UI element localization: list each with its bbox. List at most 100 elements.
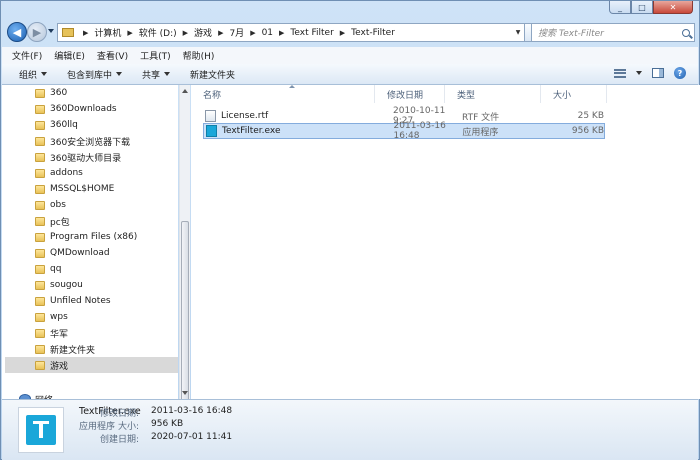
breadcrumb-text-filter-folder[interactable]: Text-Filter: [351, 28, 395, 38]
column-header-size[interactable]: 大小: [541, 85, 607, 103]
folder-icon: [35, 280, 45, 290]
folder-icon: [35, 312, 45, 322]
folder-icon: [62, 28, 74, 37]
caption-buttons: _ □ ✕: [609, 1, 693, 15]
breadcrumb-01[interactable]: 01: [262, 28, 273, 38]
caret-down-icon: [116, 72, 123, 76]
folder-icon: [35, 216, 45, 226]
breadcrumb-games[interactable]: 游戏: [194, 26, 212, 39]
nav-item-unfiled-notes[interactable]: Unfiled Notes: [5, 293, 178, 309]
recent-pages-dropdown-icon[interactable]: [48, 29, 54, 33]
folder-icon: [35, 328, 45, 338]
menu-bar: 文件(F) 编辑(E) 查看(V) 工具(T) 帮助(H): [2, 47, 698, 65]
nav-item-obs[interactable]: obs: [5, 197, 178, 213]
folder-icon: [35, 296, 45, 306]
navigation-pane: 360 360Downloads 360llq 360安全浏览器下载 360驱动…: [2, 85, 178, 399]
nav-item-sougou[interactable]: sougou: [5, 277, 178, 293]
change-view-icon[interactable]: [614, 68, 626, 78]
detail-modified-value: 2011-03-16 16:48: [151, 406, 233, 416]
menu-file[interactable]: 文件(F): [12, 49, 42, 62]
folder-icon: [35, 232, 45, 242]
breadcrumb-text-filter[interactable]: Text Filter: [290, 28, 333, 38]
help-icon[interactable]: ?: [674, 67, 686, 79]
breadcrumb-chevron-icon[interactable]: ▶: [183, 29, 188, 37]
folder-icon: [35, 248, 45, 258]
maximize-button[interactable]: □: [631, 1, 653, 14]
include-in-library-button[interactable]: 包含到库中: [67, 68, 123, 81]
search-input[interactable]: 搜索 Text-Filter: [531, 23, 695, 42]
search-placeholder: 搜索 Text-Filter: [538, 29, 604, 39]
nav-item-qq[interactable]: qq: [5, 261, 178, 277]
breadcrumb-chevron-icon[interactable]: ▶: [127, 29, 132, 37]
column-header-date[interactable]: 修改日期: [375, 85, 445, 103]
detail-size-label: 大小:: [117, 422, 139, 432]
detail-created-label: 创建日期:: [99, 435, 139, 445]
new-folder-button[interactable]: 新建文件夹: [190, 68, 235, 81]
nav-item-wps[interactable]: wps: [5, 309, 178, 325]
minimize-button[interactable]: _: [609, 1, 631, 14]
folder-icon: [35, 344, 45, 354]
column-header-name[interactable]: 名称: [191, 85, 375, 103]
caret-down-icon: [164, 72, 171, 76]
breadcrumb-july[interactable]: 7月: [229, 26, 244, 39]
view-options-caret-icon[interactable]: [636, 71, 642, 75]
menu-tools[interactable]: 工具(T): [140, 49, 171, 62]
nav-item-360-driver-master[interactable]: 360驱动大师目录: [5, 149, 178, 165]
folder-icon: [35, 104, 45, 114]
address-history-dropdown-icon[interactable]: ▼: [512, 24, 524, 41]
folder-icon: [35, 264, 45, 274]
breadcrumb-chevron-icon[interactable]: ▶: [218, 29, 223, 37]
nav-item-360[interactable]: 360: [5, 85, 178, 101]
explorer-window: _ □ ✕ ◀ ▶ ▶ 计算机 ▶ 软件 (D:) ▶ 游戏 ▶ 7月 ▶ 01…: [0, 0, 700, 460]
nav-item-huajun[interactable]: 华军: [5, 325, 178, 341]
breadcrumb-drive-d[interactable]: 软件 (D:): [139, 26, 177, 39]
breadcrumb-chevron-icon[interactable]: ▶: [83, 29, 88, 37]
breadcrumb-chevron-icon[interactable]: ▶: [340, 29, 345, 37]
command-bar: 组织 包含到库中 共享 新建文件夹 ?: [2, 64, 698, 85]
sort-ascending-icon: [289, 85, 295, 88]
breadcrumb-chevron-icon[interactable]: ▶: [250, 29, 255, 37]
nav-item-new-folder[interactable]: 新建文件夹: [5, 341, 178, 357]
detail-size-value: 956 KB: [151, 419, 184, 429]
folder-icon: [35, 200, 45, 210]
textfilter-app-icon: [26, 415, 56, 445]
close-button[interactable]: ✕: [653, 1, 693, 14]
forward-button[interactable]: ▶: [27, 22, 47, 42]
folder-icon: [35, 136, 45, 146]
file-thumbnail: [18, 407, 64, 453]
nav-item-mssql-home[interactable]: MSSQL$HOME: [5, 181, 178, 197]
column-header-type[interactable]: 类型: [445, 85, 541, 103]
caret-down-icon: [41, 72, 48, 76]
scroll-up-arrow-icon[interactable]: [182, 89, 188, 93]
detail-modified-label: 修改日期:: [99, 409, 139, 419]
nav-item-360downloads[interactable]: 360Downloads: [5, 101, 178, 117]
folder-icon: [35, 360, 45, 370]
folder-icon: [35, 88, 45, 98]
organize-button[interactable]: 组织: [19, 68, 48, 81]
menu-help[interactable]: 帮助(H): [183, 49, 215, 62]
breadcrumb-chevron-icon[interactable]: ▶: [279, 29, 284, 37]
menu-view[interactable]: 查看(V): [97, 49, 128, 62]
preview-pane-icon[interactable]: [652, 68, 664, 78]
menu-edit[interactable]: 编辑(E): [54, 49, 85, 62]
share-button[interactable]: 共享: [142, 68, 171, 81]
file-row-textfilter[interactable]: TextFilter.exe 2011-03-16 16:48 应用程序 956…: [203, 121, 605, 141]
nav-item-qmdownload[interactable]: QMDownload: [5, 245, 178, 261]
nav-item-360llq[interactable]: 360llq: [5, 117, 178, 133]
app-icon: [206, 125, 217, 137]
nav-item-addons[interactable]: addons: [5, 165, 178, 181]
scroll-down-arrow-icon[interactable]: [182, 391, 188, 395]
address-bar[interactable]: ▶ 计算机 ▶ 软件 (D:) ▶ 游戏 ▶ 7月 ▶ 01 ▶ Text Fi…: [57, 23, 525, 42]
search-icon[interactable]: [682, 28, 690, 37]
nav-item-program-files-x86[interactable]: Program Files (x86): [5, 229, 178, 245]
file-list-pane: 名称 修改日期 类型 大小 License.rtf 2010-10-11 9:2…: [191, 85, 700, 399]
nav-item-games[interactable]: 游戏: [5, 357, 178, 373]
document-icon: [205, 110, 216, 122]
folder-icon: [35, 152, 45, 162]
view-controls: ?: [614, 67, 686, 79]
nav-item-pc-package[interactable]: pc包: [5, 213, 178, 229]
back-button[interactable]: ◀: [7, 22, 27, 42]
nav-item-360-browser-download[interactable]: 360安全浏览器下载: [5, 133, 178, 149]
nav-pane-scrollbar[interactable]: [179, 85, 190, 455]
breadcrumb-computer[interactable]: 计算机: [94, 26, 121, 39]
